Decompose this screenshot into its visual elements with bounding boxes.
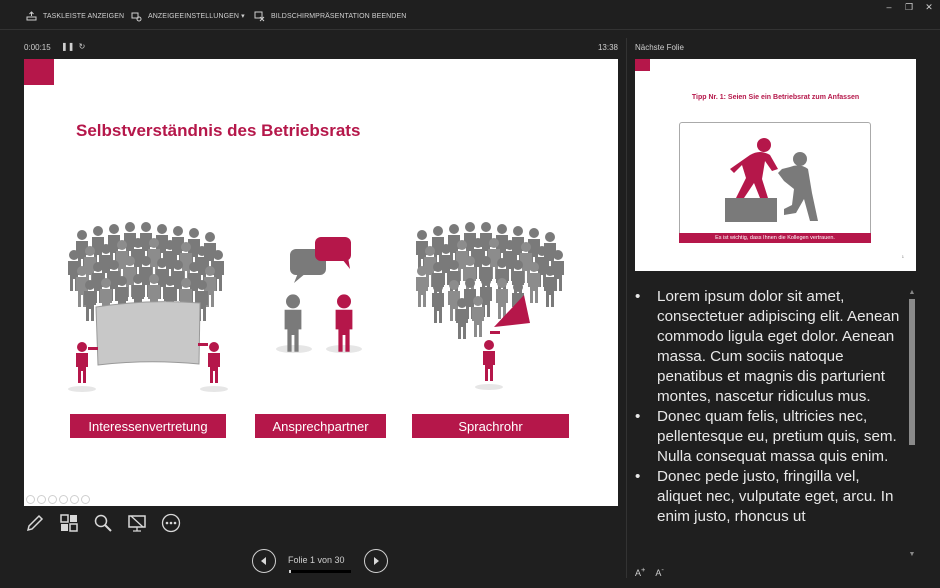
- next-slide-button[interactable]: [364, 549, 388, 573]
- magnifier-icon: [94, 514, 112, 532]
- zoom-button[interactable]: [92, 513, 114, 533]
- slide-nav-overlay: [26, 495, 90, 504]
- more-mini-icon[interactable]: [81, 495, 90, 504]
- notes-scrollbar[interactable]: ▲ ▼: [908, 289, 916, 559]
- decrease-font-icon[interactable]: A-: [655, 565, 664, 578]
- next-slide-mini-icon[interactable]: [37, 495, 46, 504]
- restore-button[interactable]: ❐: [900, 2, 918, 13]
- slide-navigation: Folie 1 von 30: [252, 548, 390, 574]
- crowd-group-2: [416, 222, 564, 339]
- grid-mini-icon[interactable]: [59, 495, 68, 504]
- see-all-slides-button[interactable]: [58, 513, 80, 533]
- elapsed-timer: 0:00:15: [24, 43, 51, 52]
- display-settings-icon: [131, 12, 142, 21]
- more-options-button[interactable]: [160, 513, 182, 533]
- arrow-left-icon: [261, 557, 266, 565]
- presenter-view: TASKLEISTE ANZEIGEN ANZEIGEEINSTELLUNGEN…: [0, 0, 940, 588]
- next-slide-preview[interactable]: Tipp Nr. 1: Seien Sie ein Betriebsrat zu…: [635, 59, 916, 271]
- end-slideshow-button[interactable]: BILDSCHIRMPRÄSENTATION BEENDEN: [254, 9, 406, 23]
- preview-corner-accent: [635, 59, 650, 71]
- preview-title: Tipp Nr. 1: Seien Sie ein Betriebsrat zu…: [691, 94, 860, 101]
- label-sprachrohr: Sprachrohr: [412, 414, 569, 438]
- current-slide[interactable]: Selbstverständnis des Betriebsrats Inter…: [24, 59, 618, 506]
- display-settings-label: ANZEIGEEINSTELLUNGEN ▾: [148, 13, 245, 20]
- show-taskbar-label: TASKLEISTE ANZEIGEN: [43, 12, 125, 20]
- show-taskbar-button[interactable]: TASKLEISTE ANZEIGEN: [26, 9, 124, 23]
- scroll-down-icon[interactable]: ▼: [908, 551, 916, 559]
- note-item: Donec pede justo, fringilla vel, aliquet…: [635, 467, 905, 527]
- end-show-icon: [254, 11, 265, 21]
- black-screen-button[interactable]: [126, 513, 148, 533]
- helping-hand-illustration: [725, 138, 818, 222]
- restart-timer-icon[interactable]: ↻: [77, 42, 87, 54]
- pen-mini-icon[interactable]: [48, 495, 57, 504]
- label-ansprechpartner: Ansprechpartner: [255, 414, 386, 438]
- pause-icon[interactable]: ❚❚: [61, 42, 74, 54]
- timer-row: 0:00:15 ❚❚ ↻ 13:38: [24, 42, 618, 55]
- preview-page-number: 1: [901, 254, 904, 259]
- slides-grid-icon: [60, 514, 78, 532]
- clock: 13:38: [597, 43, 618, 52]
- note-item: Lorem ipsum dolor sit amet, consectetuer…: [635, 287, 905, 407]
- font-size-controls: A+ A-: [635, 565, 664, 578]
- zoom-mini-icon[interactable]: [70, 495, 79, 504]
- presenter-tools: [24, 513, 182, 533]
- scroll-thumb[interactable]: [909, 299, 915, 445]
- preview-image-frame: [679, 122, 871, 240]
- display-settings-button[interactable]: ANZEIGEEINSTELLUNGEN ▾: [131, 9, 245, 23]
- close-button[interactable]: ✕: [920, 2, 938, 13]
- previous-slide-button[interactable]: [252, 549, 276, 573]
- speaker-notes[interactable]: Lorem ipsum dolor sit amet, consectetuer…: [635, 287, 905, 564]
- preview-caption: Es ist wichtig, dass Ihnen die Kollegen …: [679, 233, 871, 243]
- pane-divider[interactable]: [626, 38, 627, 578]
- next-slide-label: Nächste Folie: [635, 43, 684, 52]
- top-toolbar: TASKLEISTE ANZEIGEN ANZEIGEEINSTELLUNGEN…: [0, 0, 940, 30]
- note-item: Donec quam felis, ultricies nec, pellent…: [635, 407, 905, 467]
- slide-illustrations: [68, 222, 564, 392]
- minimize-button[interactable]: –: [880, 2, 898, 12]
- prev-slide-mini-icon[interactable]: [26, 495, 35, 504]
- slide-progress-bar: [289, 570, 351, 573]
- label-interessenvertretung: Interessenvertretung: [70, 414, 226, 438]
- more-icon: [161, 513, 181, 533]
- pen-icon: [26, 514, 44, 532]
- increase-font-icon[interactable]: A+: [635, 565, 645, 578]
- arrow-right-icon: [374, 557, 379, 565]
- slide-counter[interactable]: Folie 1 von 30: [288, 555, 345, 565]
- pen-tool-button[interactable]: [24, 513, 46, 533]
- taskbar-icon: [26, 10, 37, 20]
- scroll-up-icon[interactable]: ▲: [908, 289, 916, 297]
- screen-icon: [128, 515, 146, 532]
- end-slideshow-label: BILDSCHIRMPRÄSENTATION BEENDEN: [271, 12, 407, 20]
- progress-fill: [289, 570, 292, 573]
